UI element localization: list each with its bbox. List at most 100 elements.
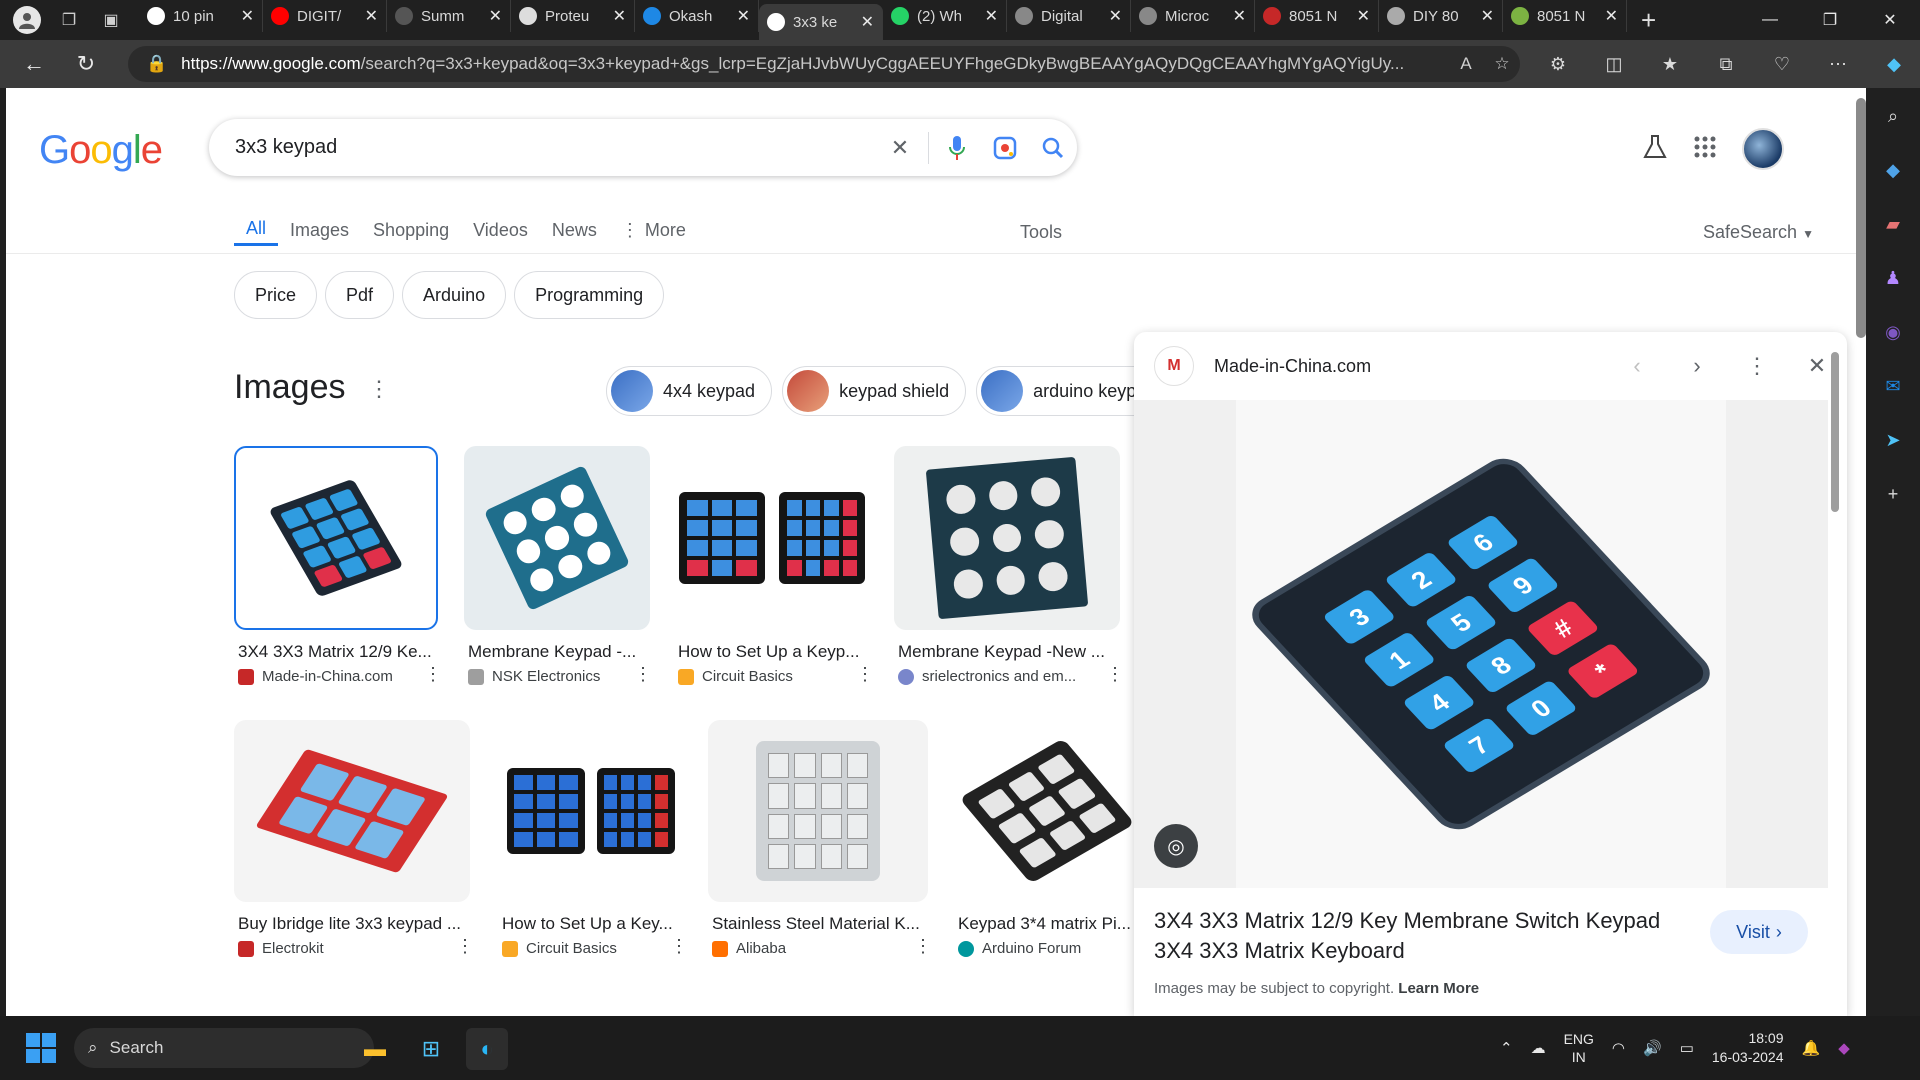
close-window-button[interactable]: ✕ <box>1860 0 1920 40</box>
chip-pdf[interactable]: Pdf <box>325 271 395 319</box>
result-image[interactable] <box>708 720 928 902</box>
labs-flask-icon[interactable] <box>1642 134 1668 165</box>
performance-icon[interactable]: ♡ <box>1764 46 1800 82</box>
collections-icon[interactable]: ⧉ <box>1708 46 1744 82</box>
profile-icon[interactable] <box>13 6 41 34</box>
browser-tab[interactable]: 8051 N ✕ <box>1255 0 1379 32</box>
tab-videos[interactable]: Videos <box>461 214 540 246</box>
result-title[interactable]: Membrane Keypad -New ... <box>898 642 1105 662</box>
browser-tab[interactable]: Microc ✕ <box>1131 0 1255 32</box>
page-scrollbar[interactable] <box>1856 98 1866 338</box>
result-image[interactable] <box>234 720 470 902</box>
favorites-icon[interactable]: ★ <box>1652 46 1688 82</box>
result-source[interactable]: Circuit Basics <box>502 940 617 957</box>
image-result[interactable]: Keypad 3*4 matrix Pi... Arduino Forum ⋮ <box>954 720 1144 970</box>
settings-more-icon[interactable]: ⋯ <box>1820 46 1856 82</box>
store-icon[interactable]: ⊞ <box>410 1028 452 1070</box>
extensions-icon[interactable]: ⚙ <box>1540 46 1576 82</box>
images-menu-icon[interactable]: ⋮ <box>368 376 390 402</box>
result-image[interactable] <box>674 446 870 630</box>
result-source[interactable]: Alibaba <box>712 940 786 957</box>
result-title[interactable]: Keypad 3*4 matrix Pi... <box>958 914 1131 934</box>
next-arrow-icon[interactable]: › <box>1667 353 1727 379</box>
result-title[interactable]: 3X4 3X3 Matrix 12/9 Ke... <box>238 642 432 662</box>
browser-tab[interactable]: Summ ✕ <box>387 0 511 32</box>
volume-icon[interactable]: 🔊 <box>1643 1039 1662 1057</box>
browser-tab[interactable]: 3x3 ke ✕ <box>759 4 883 40</box>
close-tab-icon[interactable]: ✕ <box>241 6 254 26</box>
send-icon[interactable]: ➤ <box>1879 426 1907 454</box>
image-result[interactable]: Membrane Keypad -New ... srielectronics … <box>894 446 1124 696</box>
browser-tab[interactable]: 8051 N ✕ <box>1503 0 1627 32</box>
close-tab-icon[interactable]: ✕ <box>1233 6 1246 26</box>
search-icon[interactable]: ⌕ <box>1879 102 1907 130</box>
result-title[interactable]: Stainless Steel Material K... <box>712 914 920 934</box>
related-4x4-keypad[interactable]: 4x4 keypad <box>606 366 773 416</box>
result-source[interactable]: Electrokit <box>238 940 324 957</box>
outlook-icon[interactable]: ✉ <box>1879 372 1907 400</box>
tab-shopping[interactable]: Shopping <box>361 214 461 246</box>
result-more-icon[interactable]: ⋮ <box>856 664 874 685</box>
learn-more-link[interactable]: Learn More <box>1398 980 1479 997</box>
tab-actions-icon[interactable]: ▣ <box>97 6 125 34</box>
result-source[interactable]: NSK Electronics <box>468 668 600 685</box>
result-image[interactable] <box>464 446 650 630</box>
new-tab-button[interactable]: + <box>1641 5 1656 36</box>
back-button[interactable]: ← <box>16 46 52 82</box>
safesearch-button[interactable]: SafeSearch ▼ <box>1703 222 1814 243</box>
browser-tab[interactable]: DIY 80 ✕ <box>1379 0 1503 32</box>
shopping-tag-icon[interactable]: ◆ <box>1879 156 1907 184</box>
result-source[interactable]: srielectronics and em... <box>898 668 1076 685</box>
result-image[interactable] <box>498 720 684 902</box>
result-more-icon[interactable]: ⋮ <box>914 936 932 957</box>
browser-tab[interactable]: Proteu ✕ <box>511 0 635 32</box>
close-tab-icon[interactable]: ✕ <box>985 6 998 26</box>
close-tab-icon[interactable]: ✕ <box>737 6 750 26</box>
panel-scrollbar[interactable] <box>1831 352 1839 512</box>
result-more-icon[interactable]: ⋮ <box>670 936 688 957</box>
result-image[interactable] <box>894 446 1120 630</box>
taskbar-search[interactable]: ⌕ Search <box>74 1028 374 1068</box>
result-more-icon[interactable]: ⋮ <box>456 936 474 957</box>
browser-tab[interactable]: DIGIT/ ✕ <box>263 0 387 32</box>
clock[interactable]: 18:09 16-03-2024 <box>1712 1029 1784 1067</box>
panel-title[interactable]: 3X4 3X3 Matrix 12/9 Key Membrane Switch … <box>1154 906 1694 966</box>
result-title[interactable]: Buy Ibridge lite 3x3 keypad ... <box>238 914 461 934</box>
result-image[interactable] <box>234 446 438 630</box>
close-tab-icon[interactable]: ✕ <box>1481 6 1494 26</box>
result-title[interactable]: How to Set Up a Keyp... <box>678 642 859 662</box>
image-result[interactable]: How to Set Up a Keyp... Circuit Basics ⋮ <box>674 446 874 696</box>
tab-more[interactable]: ⋮ More <box>609 214 698 246</box>
tools-briefcase-icon[interactable]: ▰ <box>1879 210 1907 238</box>
chevron-up-icon[interactable]: ⌃ <box>1500 1039 1513 1057</box>
chip-arduino[interactable]: Arduino <box>402 271 507 319</box>
tab-all[interactable]: All <box>234 214 279 246</box>
apps-grid-icon[interactable] <box>1694 136 1716 163</box>
close-tab-icon[interactable]: ✕ <box>1357 6 1370 26</box>
image-result[interactable]: Stainless Steel Material K... Alibaba ⋮ <box>708 720 932 970</box>
tab-images[interactable]: Images <box>278 214 361 246</box>
lens-search-icon[interactable]: ◎ <box>1154 824 1198 868</box>
visit-button[interactable]: Visit › <box>1710 910 1808 954</box>
result-more-icon[interactable]: ⋮ <box>634 664 652 685</box>
maximize-button[interactable]: ❐ <box>1800 0 1860 40</box>
search-icon[interactable] <box>1029 124 1077 172</box>
copilot-taskbar-icon[interactable]: ◆ <box>1838 1039 1850 1057</box>
result-more-icon[interactable]: ⋮ <box>1106 664 1124 685</box>
language-indicator[interactable]: ENG IN <box>1564 1030 1594 1066</box>
tools-button[interactable]: Tools <box>1020 222 1062 243</box>
lens-icon[interactable] <box>981 124 1029 172</box>
browser-tab[interactable]: Okash ✕ <box>635 0 759 32</box>
search-query[interactable]: 3x3 keypad <box>235 136 876 159</box>
games-icon[interactable]: ♟ <box>1879 264 1907 292</box>
result-image[interactable] <box>954 720 1140 902</box>
browser-tab[interactable]: 10 pin ✕ <box>139 0 263 32</box>
wifi-icon[interactable]: ◠ <box>1612 1039 1625 1057</box>
read-aloud-icon[interactable]: A <box>1448 54 1484 74</box>
onedrive-icon[interactable]: ☁ <box>1531 1039 1546 1057</box>
preview-image[interactable]: 3 2 6 1 5 9 4 8 # 7 0 * <box>1134 400 1828 888</box>
result-source[interactable]: Made-in-China.com <box>238 668 393 685</box>
copilot-icon[interactable]: ◆ <box>1876 46 1912 82</box>
avatar[interactable] <box>1742 128 1784 170</box>
close-tab-icon[interactable]: ✕ <box>1109 6 1122 26</box>
